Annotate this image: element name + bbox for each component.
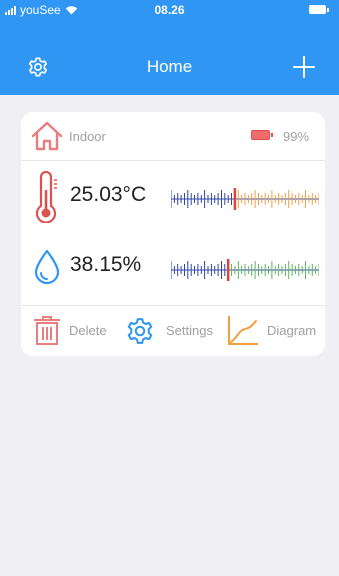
status-time: 08.26	[154, 3, 185, 17]
app-screen: youSee 08.26 Home Indoor 99% 25.03°C 38.…	[0, 0, 339, 576]
temperature-value: 25.03°C	[70, 183, 147, 206]
water-drop-icon	[34, 249, 60, 285]
humidity-value: 38.15%	[70, 253, 142, 276]
battery-icon	[251, 130, 273, 140]
device-card[interactable]: Indoor 99% 25.03°C 38.15% Delete Setting…	[21, 112, 325, 356]
status-bar: youSee 08.26	[0, 0, 339, 20]
house-icon	[31, 121, 63, 151]
diagram-button[interactable]: Diagram	[225, 306, 325, 356]
battery-percent: 99%	[283, 129, 310, 144]
actions-row: Delete Settings Diagram	[21, 306, 325, 356]
delete-label: Delete	[69, 323, 107, 338]
nav-bar: Home	[0, 20, 339, 95]
gear-icon	[127, 318, 153, 344]
device-header: Indoor 99%	[21, 112, 325, 160]
settings-button[interactable]: Settings	[121, 306, 225, 356]
humidity-row[interactable]: 38.15%	[21, 233, 325, 305]
page-title: Home	[146, 57, 193, 76]
delete-button[interactable]: Delete	[21, 306, 121, 356]
device-name: Indoor	[69, 129, 106, 144]
settings-label: Settings	[166, 323, 213, 338]
trash-icon	[34, 316, 60, 345]
plus-icon[interactable]	[293, 56, 315, 78]
thermometer-icon	[35, 171, 57, 223]
battery-icon	[309, 5, 329, 14]
diagram-label: Diagram	[267, 323, 317, 338]
gauge-scale-icon	[171, 259, 319, 281]
chart-icon	[228, 316, 258, 345]
gauge-scale-icon	[171, 188, 319, 210]
temperature-row[interactable]: 25.03°C	[21, 161, 325, 233]
